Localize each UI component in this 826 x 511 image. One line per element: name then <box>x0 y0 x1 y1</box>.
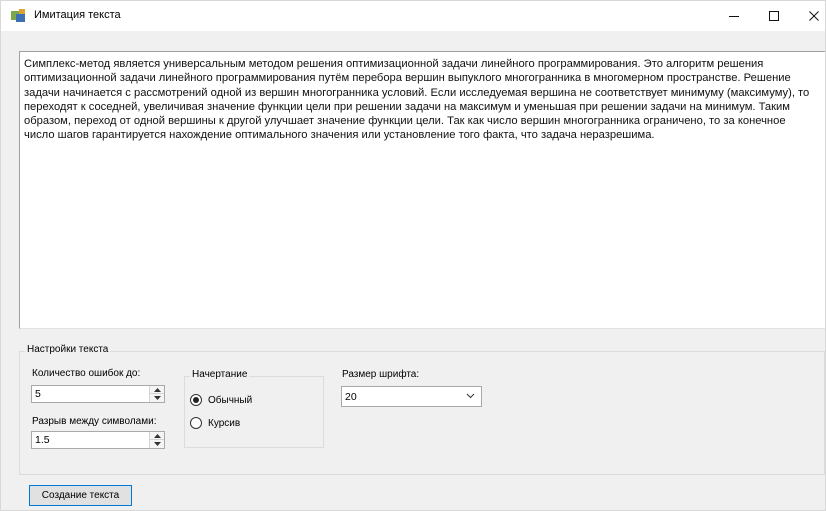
arrow-up-icon <box>153 433 161 438</box>
spacing-stepper-buttons <box>149 432 164 448</box>
style-regular-label: Обычный <box>208 394 253 406</box>
font-size-label: Размер шрифта: <box>342 369 420 380</box>
arrow-up-icon <box>153 387 161 392</box>
errors-stepper[interactable]: 5 <box>31 385 165 403</box>
text-display-area[interactable]: Симплекс-метод является универсальным ме… <box>19 51 825 329</box>
generated-text: Симплекс-метод является универсальным ме… <box>24 58 810 142</box>
radio-unchecked-icon <box>190 417 202 429</box>
errors-value: 5 <box>35 388 41 400</box>
spacing-label: Разрыв между символами: <box>32 416 157 427</box>
font-style-title: Начертание <box>190 369 250 380</box>
create-text-button[interactable]: Создание текста <box>29 485 132 506</box>
style-regular-radio[interactable]: Обычный <box>190 394 252 406</box>
font-style-group <box>184 376 324 448</box>
style-italic-radio[interactable]: Курсив <box>190 417 240 429</box>
spacing-up-button[interactable] <box>150 432 164 440</box>
app-icon <box>11 9 25 22</box>
spacing-value: 1.5 <box>35 434 50 446</box>
chevron-down-icon <box>466 393 475 399</box>
minimize-icon <box>729 16 739 17</box>
errors-up-button[interactable] <box>150 386 164 394</box>
close-icon <box>809 11 819 21</box>
radio-checked-icon <box>190 394 202 406</box>
title-bar: Имитация текста <box>1 1 825 31</box>
create-text-label: Создание текста <box>41 490 120 501</box>
errors-stepper-buttons <box>149 386 164 402</box>
app-window: Имитация текста Симплекс-метод является … <box>0 0 826 511</box>
spacing-down-button[interactable] <box>150 440 164 448</box>
arrow-down-icon <box>153 396 161 400</box>
text-settings-title: Настройки текста <box>25 344 111 355</box>
errors-down-button[interactable] <box>150 394 164 402</box>
errors-label: Количество ошибок до: <box>32 368 141 379</box>
font-size-select[interactable]: 20 <box>341 386 482 407</box>
window-title: Имитация текста <box>34 9 121 21</box>
font-size-value: 20 <box>345 391 357 403</box>
arrow-down-icon <box>153 442 161 446</box>
style-italic-label: Курсив <box>208 417 241 429</box>
spacing-stepper[interactable]: 1.5 <box>31 431 165 449</box>
maximize-icon <box>769 11 779 21</box>
close-button[interactable] <box>791 1 826 31</box>
